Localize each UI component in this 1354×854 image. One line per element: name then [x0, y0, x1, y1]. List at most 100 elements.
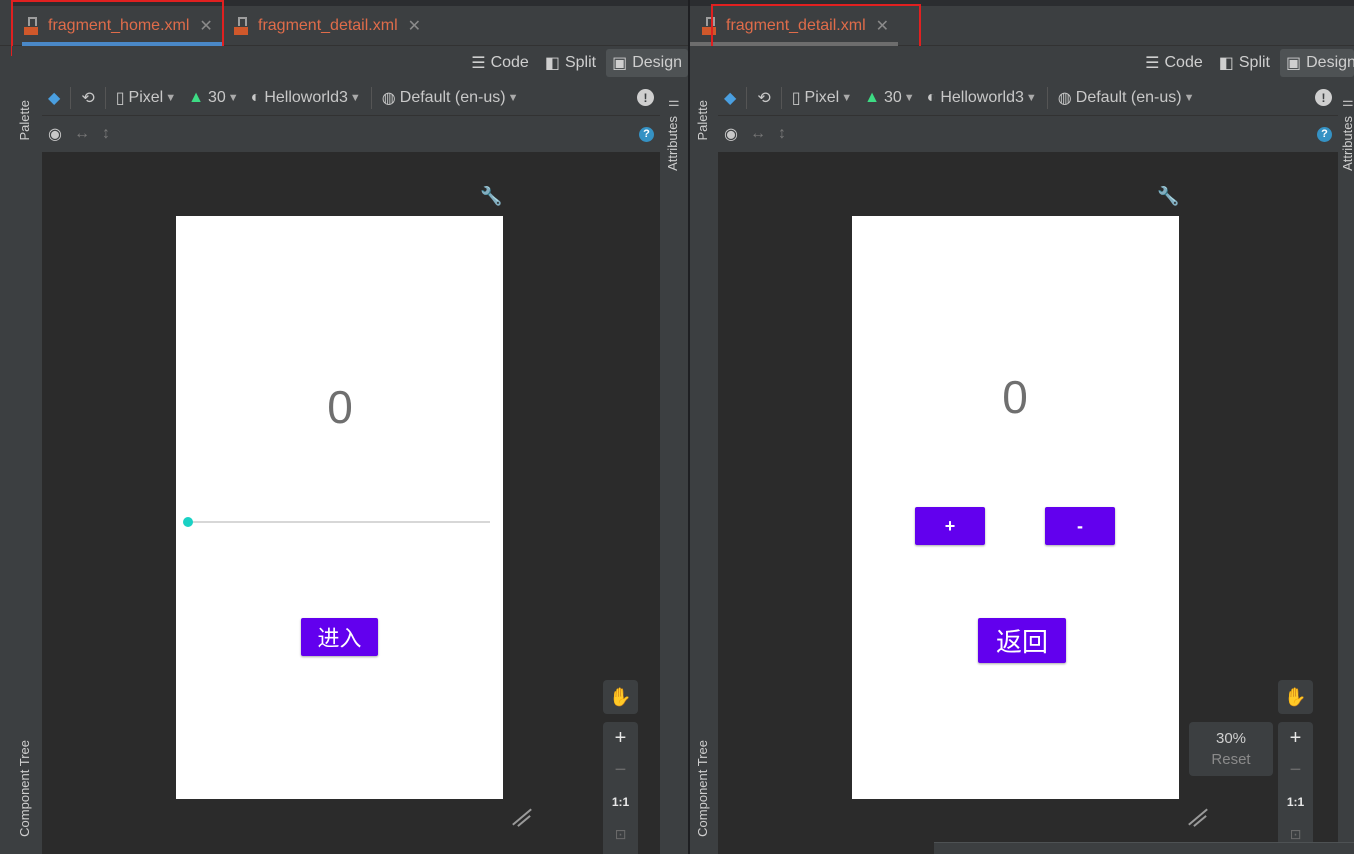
- file-xml-icon: [234, 17, 252, 35]
- zoom-actual-size-button[interactable]: 1:1: [612, 786, 629, 818]
- device-selector[interactable]: ▯ Pixel ▼: [110, 80, 182, 116]
- close-icon[interactable]: ✕: [199, 16, 212, 36]
- orientation-icon[interactable]: ⟲: [751, 80, 776, 116]
- design-mode-button[interactable]: ▣ Design: [606, 49, 688, 77]
- code-mode-icon: ☰: [471, 55, 486, 72]
- zoom-out-button[interactable]: −: [1290, 754, 1302, 786]
- phone-icon: ▯: [791, 89, 801, 107]
- split-mode-icon: ◧: [544, 55, 560, 72]
- component-tree-tab[interactable]: Component Tree: [17, 740, 32, 837]
- design-mode-icon: ▣: [1286, 55, 1302, 72]
- counter-text[interactable]: 0: [965, 370, 1065, 424]
- design-mode-button[interactable]: ▣ Design: [1280, 49, 1354, 77]
- horizontal-resize-icon[interactable]: ↔: [744, 116, 772, 152]
- zoom-in-button[interactable]: +: [615, 722, 627, 754]
- eye-icon[interactable]: ◉: [718, 116, 744, 152]
- back-button[interactable]: 返回: [978, 618, 1066, 663]
- orientation-icon[interactable]: ⟲: [75, 80, 100, 116]
- tab-fragment-detail[interactable]: fragment_detail.xml ✕: [222, 6, 432, 46]
- close-icon[interactable]: ✕: [408, 16, 421, 36]
- vertical-resize-icon[interactable]: ↕: [772, 116, 792, 152]
- zoom-out-button[interactable]: −: [615, 754, 627, 786]
- android-studio-window: fragment_home.xml ✕ fragment_detail.xml …: [0, 0, 1354, 854]
- palette-tab[interactable]: Palette: [695, 100, 710, 140]
- warning-icon[interactable]: !: [1309, 80, 1338, 116]
- help-icon[interactable]: ?: [1311, 116, 1338, 152]
- tab-fragment-detail[interactable]: fragment_detail.xml ✕: [690, 6, 898, 46]
- layers-icon[interactable]: ◆: [718, 80, 742, 116]
- attributes-tab[interactable]: Attributes: [665, 116, 680, 171]
- minus-button[interactable]: -: [1045, 507, 1115, 545]
- zoom-reset-button[interactable]: Reset: [1211, 751, 1250, 768]
- zoom-fit-button[interactable]: ⊡: [615, 818, 627, 850]
- plus-button[interactable]: +: [915, 507, 985, 545]
- component-tree-tab[interactable]: Component Tree: [695, 740, 710, 837]
- theme-selector[interactable]: ◐ Helloworld3 ▼: [245, 80, 367, 116]
- split-mode-label: Split: [564, 54, 597, 71]
- zoom-level-popup: 30% Reset: [1189, 722, 1273, 776]
- tab-label: fragment_detail.xml: [258, 17, 398, 34]
- tab-fragment-home[interactable]: fragment_home.xml ✕: [12, 6, 222, 46]
- design-canvas[interactable]: 🔧 0 + - 返回 30% Reset ✋ + − 1:1 ⊡: [718, 152, 1338, 854]
- locale-selector[interactable]: ◍ Default (en-us) ▼: [1052, 80, 1201, 116]
- layers-icon[interactable]: ◆: [42, 80, 66, 116]
- hand-icon[interactable]: ✋: [1278, 680, 1313, 714]
- zoom-controls: + − 1:1 ⊡: [1278, 722, 1313, 854]
- help-icon[interactable]: ?: [633, 116, 660, 152]
- split-mode-icon: ◧: [1218, 55, 1234, 72]
- device-preview: 0 进入: [176, 216, 503, 799]
- split-mode-button[interactable]: ◧ Split: [1213, 49, 1276, 77]
- zoom-controls: + − 1:1 ⊡: [603, 722, 638, 854]
- view-mode-bar: ☰ Code ◧ Split ▣ Design: [690, 46, 1354, 80]
- globe-icon: ◍: [381, 89, 396, 107]
- code-mode-button[interactable]: ☰ Code: [1139, 49, 1209, 77]
- design-mode-label: Design: [632, 54, 682, 71]
- theme-icon: ◐: [250, 88, 261, 106]
- view-options-toolbar: ◉ ↔ ↕ ?: [718, 116, 1338, 152]
- wrench-icon[interactable]: 🔧: [1157, 186, 1179, 207]
- attributes-sidebar: ⚌ Attributes: [1338, 80, 1354, 854]
- warning-icon[interactable]: !: [631, 80, 660, 116]
- design-toolbar: ◆ ⟲ ▯ Pixel ▼ ▲ 30 ▼ ◐ Helloworld3 ▼ ◍ Default …: [42, 80, 660, 116]
- horizontal-resize-icon[interactable]: ↔: [68, 116, 96, 152]
- seekbar-thumb[interactable]: [183, 517, 193, 527]
- zoom-in-button[interactable]: +: [1290, 722, 1302, 754]
- locale-selector[interactable]: ◍ Default (en-us) ▼: [376, 80, 525, 116]
- hand-icon[interactable]: ✋: [603, 680, 638, 714]
- seekbar[interactable]: [188, 521, 490, 523]
- zoom-percent: 30%: [1215, 730, 1247, 747]
- close-icon[interactable]: ✕: [876, 16, 889, 36]
- zoom-actual-size-button[interactable]: 1:1: [1287, 786, 1304, 818]
- theme-label: Helloworld3: [264, 88, 348, 106]
- palette-tab[interactable]: Palette: [17, 100, 32, 140]
- api-selector[interactable]: ▲ 30 ▼: [182, 80, 245, 116]
- device-selector[interactable]: ▯ Pixel ▼: [786, 80, 858, 116]
- design-canvas[interactable]: 🔧 0 进入 ✋ + − 1:1 ⊡: [42, 152, 660, 854]
- device-preview: 0 + - 返回: [852, 216, 1179, 799]
- phone-icon: ▯: [115, 89, 125, 107]
- api-selector[interactable]: ▲ 30 ▼: [858, 80, 921, 116]
- resize-handle-icon[interactable]: [1184, 806, 1208, 827]
- wrench-icon[interactable]: 🔧: [480, 186, 502, 207]
- file-xml-icon: [702, 17, 720, 35]
- tab-label: fragment_home.xml: [48, 17, 190, 34]
- device-label: Pixel: [804, 88, 840, 106]
- eye-icon[interactable]: ◉: [42, 116, 68, 152]
- view-mode-bar: ☰ Code ◧ Split ▣ Design: [12, 46, 688, 80]
- code-mode-button[interactable]: ☰ Code: [465, 49, 535, 77]
- enter-button[interactable]: 进入: [301, 618, 378, 656]
- theme-selector[interactable]: ◐ Helloworld3 ▼: [921, 80, 1043, 116]
- attributes-sidebar: ⚌ Attributes: [660, 80, 688, 854]
- attributes-tab[interactable]: Attributes: [1340, 116, 1354, 171]
- split-mode-label: Split: [1238, 54, 1270, 71]
- counter-text[interactable]: 0: [290, 380, 390, 434]
- vertical-resize-icon[interactable]: ↕: [96, 116, 116, 152]
- split-mode-button[interactable]: ◧ Split: [539, 49, 602, 77]
- code-mode-label: Code: [490, 54, 529, 71]
- attributes-icon: ⚌: [1342, 94, 1354, 109]
- globe-icon: ◍: [1057, 89, 1072, 107]
- code-mode-icon: ☰: [1145, 55, 1160, 72]
- code-mode-label: Code: [1164, 54, 1203, 71]
- android-icon: ▲: [864, 88, 880, 106]
- resize-handle-icon[interactable]: [508, 806, 532, 827]
